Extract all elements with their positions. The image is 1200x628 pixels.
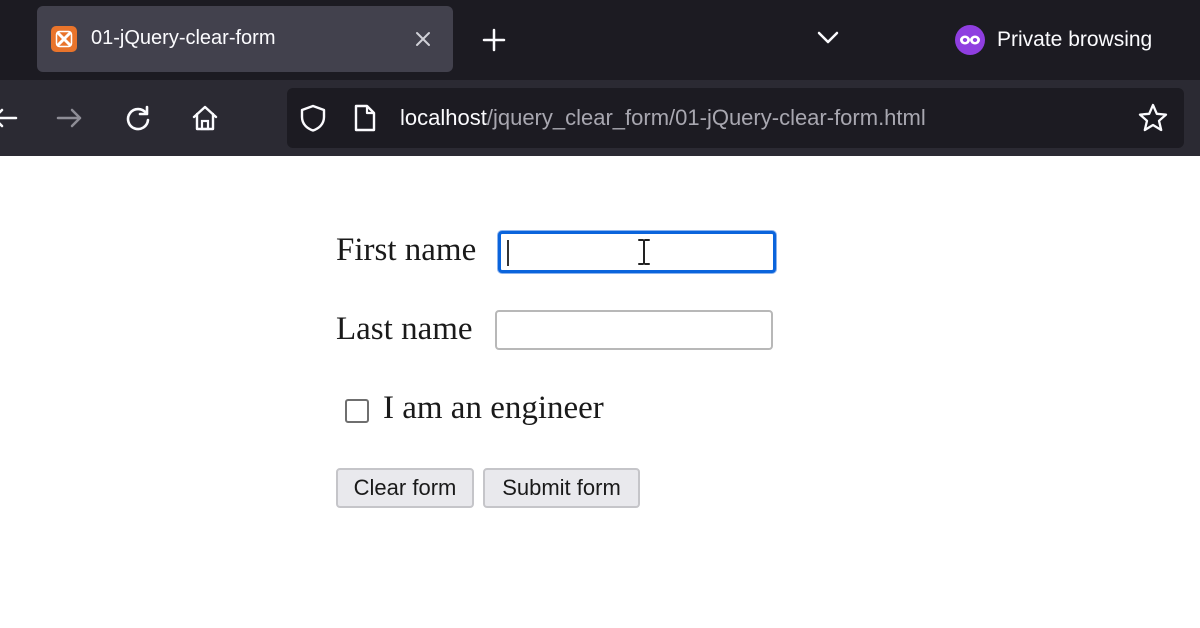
last-name-label: Last name: [336, 311, 473, 347]
forward-arrow-icon[interactable]: [52, 100, 88, 136]
last-name-input[interactable]: [495, 310, 773, 350]
xampp-icon: [51, 26, 77, 52]
plus-icon[interactable]: [478, 24, 510, 56]
close-icon[interactable]: [409, 25, 437, 53]
url-path: /jquery_clear_form/01-jQuery-clear-form.…: [486, 105, 926, 130]
engineer-checkbox[interactable]: [345, 399, 369, 423]
url-text[interactable]: localhost/jquery_clear_form/01-jQuery-cl…: [400, 105, 926, 131]
tab-title: 01-jQuery-clear-form: [91, 27, 276, 49]
clear-form-button[interactable]: Clear form: [336, 468, 474, 508]
submit-form-button[interactable]: Submit form: [483, 468, 640, 508]
shield-icon[interactable]: [299, 104, 327, 132]
star-icon[interactable]: [1137, 102, 1169, 134]
first-name-label: First name: [336, 232, 477, 268]
address-bar[interactable]: localhost/jquery_clear_form/01-jQuery-cl…: [287, 88, 1184, 148]
private-mask-icon: [955, 25, 985, 55]
back-arrow-icon[interactable]: [0, 100, 22, 136]
nav-toolbar: localhost/jquery_clear_form/01-jQuery-cl…: [0, 80, 1200, 156]
reload-icon[interactable]: [120, 100, 156, 136]
text-caret: [507, 240, 509, 266]
tab-strip: 01-jQuery-clear-form Private browsing: [0, 0, 1200, 80]
private-browsing-label: Private browsing: [997, 28, 1153, 51]
private-browsing-indicator: Private browsing: [955, 24, 1152, 56]
tab-active[interactable]: 01-jQuery-clear-form: [37, 6, 453, 72]
page-content: First name Last name I am an engineer Cl…: [0, 156, 1200, 628]
page-info-icon[interactable]: [353, 104, 377, 132]
ibeam-cursor-icon: [636, 238, 652, 266]
chevron-down-icon[interactable]: [812, 24, 844, 52]
home-icon[interactable]: [187, 100, 223, 136]
engineer-label: I am an engineer: [383, 390, 604, 426]
url-host: localhost: [400, 105, 487, 130]
